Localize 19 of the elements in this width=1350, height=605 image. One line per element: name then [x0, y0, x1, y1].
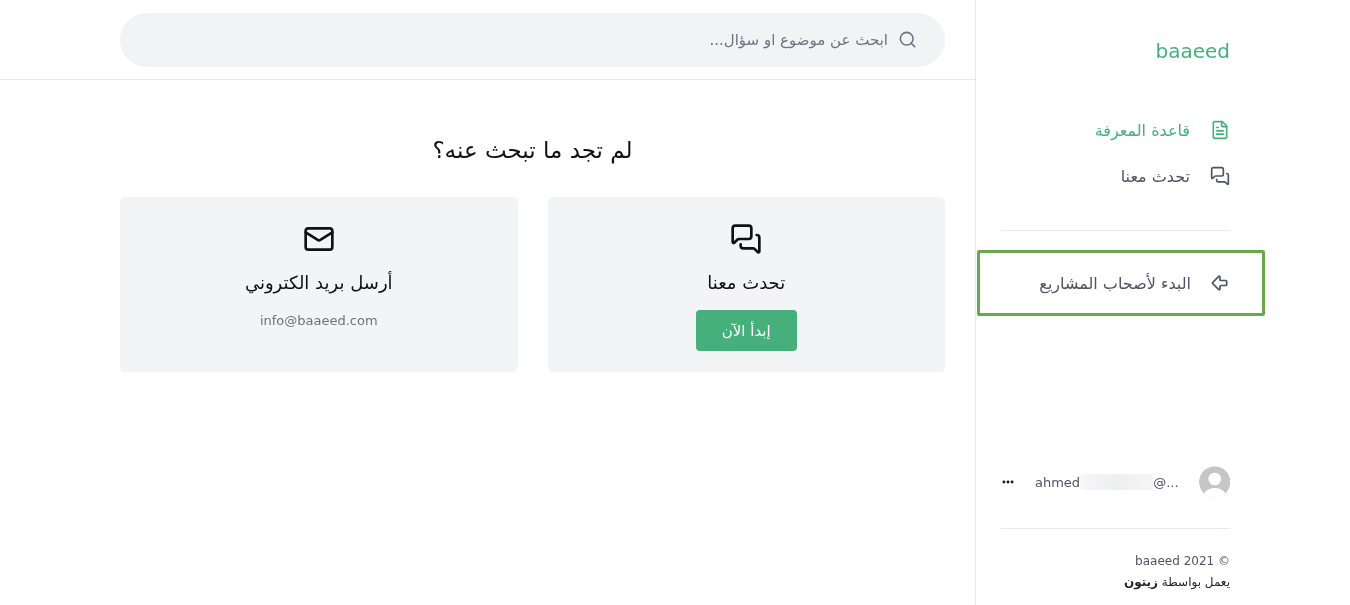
chat-icon — [1210, 166, 1230, 186]
copyright-text: © baaeed 2021 — [1135, 553, 1230, 570]
nav-item[interactable]: قاعدة المعرفة — [1094, 118, 1230, 142]
chat-icon — [730, 223, 763, 255]
card-title: تحدث معنا — [707, 271, 786, 295]
email-text: ahmed — [1035, 474, 1081, 490]
nav-item[interactable]: تحدث معنا — [1120, 164, 1230, 188]
search-icon — [898, 30, 917, 49]
search-field[interactable]: ابحث عن موضوع او سؤال... — [120, 13, 945, 67]
document-icon — [1210, 120, 1230, 140]
start-button[interactable]: إبدأ الآن — [695, 310, 797, 351]
card-title: أرسل بريد الكتروني — [244, 271, 393, 295]
project-owners-link[interactable]: البدء لأصحاب المشاريع — [977, 250, 1265, 316]
logo-text[interactable]: baaeed — [1155, 36, 1230, 66]
arrow-left-icon — [1210, 273, 1230, 293]
email-text: @... — [1153, 474, 1179, 490]
help-heading: لم تجد ما تبحث عنه؟ — [431, 136, 634, 165]
email-address: info@baaeed.com — [259, 312, 378, 330]
powered-by-text: يعمل بواسطة زيتون — [1123, 574, 1230, 592]
